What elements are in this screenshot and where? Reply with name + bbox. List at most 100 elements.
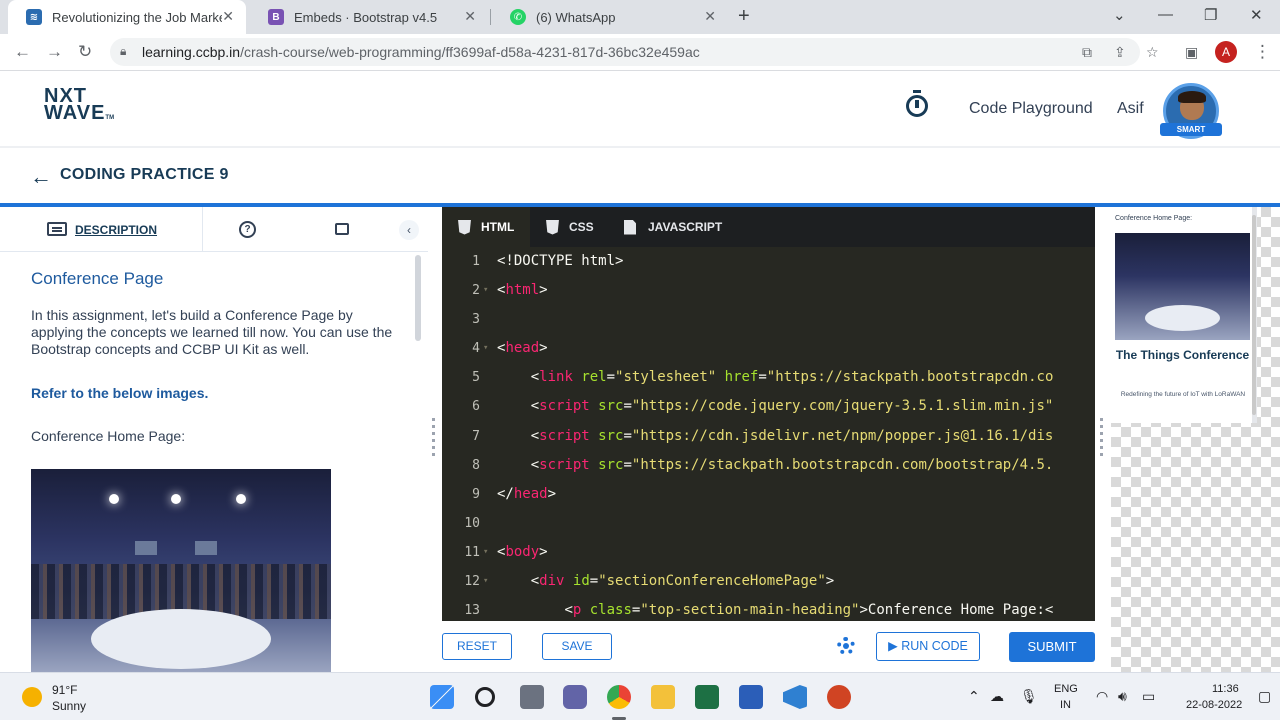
restore-icon[interactable]: ❐ bbox=[1204, 6, 1217, 24]
code-line[interactable]: 3 bbox=[442, 305, 1095, 334]
close-tab-icon[interactable]: ✕ bbox=[704, 8, 716, 25]
notifications-icon[interactable]: ▢ bbox=[1258, 688, 1271, 705]
windows-start-icon[interactable] bbox=[430, 685, 454, 709]
code-text[interactable]: <p class="top-section-main-heading">Conf… bbox=[497, 596, 1053, 621]
submit-button[interactable]: SUBMIT bbox=[1009, 632, 1095, 662]
chrome-icon[interactable] bbox=[607, 685, 631, 709]
code-line[interactable]: 7 <script src="https://cdn.jsdelivr.net/… bbox=[442, 422, 1095, 451]
weather-sun-icon[interactable] bbox=[22, 687, 42, 707]
onedrive-cloud-icon[interactable]: ☁ bbox=[990, 688, 1004, 705]
tab-search-chevron-icon[interactable]: ⌄ bbox=[1113, 6, 1126, 24]
browser-tab[interactable]: ✆ (6) WhatsApp ✕ bbox=[492, 0, 728, 34]
code-line[interactable]: 10 bbox=[442, 509, 1095, 538]
new-tab-icon[interactable]: + bbox=[738, 5, 750, 28]
code-text[interactable]: <!DOCTYPE html> bbox=[497, 247, 623, 276]
region-indicator[interactable]: IN bbox=[1060, 699, 1071, 711]
url-text[interactable]: learning.ccbp.in/crash-course/web-progra… bbox=[142, 44, 700, 60]
nxtwave-logo[interactable]: NXT WAVETM bbox=[44, 86, 114, 127]
fold-chevron-icon[interactable]: ▾ bbox=[483, 567, 488, 596]
tray-chevron-up-icon[interactable]: ⌃ bbox=[968, 688, 980, 705]
address-bar[interactable]: 🔒︎ learning.ccbp.in/crash-course/web-pro… bbox=[110, 38, 1159, 66]
right-resize-handle[interactable] bbox=[1100, 418, 1103, 458]
teams-chat-icon[interactable] bbox=[563, 685, 587, 709]
code-text[interactable]: <script src="https://code.jquery.com/jqu… bbox=[497, 392, 1054, 421]
lock-icon[interactable]: 🔒︎ bbox=[120, 44, 126, 59]
code-playground-link[interactable]: Code Playground bbox=[969, 100, 1093, 118]
code-editor[interactable]: HTML CSS JAVASCRIPT 1 <!DOCTYPE html> 2 ▾ <h… bbox=[442, 207, 1095, 621]
close-tab-icon[interactable]: ✕ bbox=[464, 8, 476, 25]
tab-description[interactable]: DESCRIPTION bbox=[0, 207, 203, 252]
share-icon[interactable]: ⇪ bbox=[1114, 44, 1126, 61]
site-header: NXT WAVETM Code Playground Asif SMART bbox=[0, 72, 1280, 148]
code-line[interactable]: 1 <!DOCTYPE html> bbox=[442, 247, 1095, 276]
clock-time[interactable]: 11:36 bbox=[1212, 683, 1239, 695]
code-line[interactable]: 2 ▾ <html> bbox=[442, 276, 1095, 305]
code-lines[interactable]: 1 <!DOCTYPE html> 2 ▾ <html> 3 4 ▾ <head> 5 <link… bbox=[442, 247, 1095, 621]
user-name[interactable]: Asif bbox=[1117, 100, 1144, 118]
code-line[interactable]: 6 <script src="https://code.jquery.com/j… bbox=[442, 392, 1095, 421]
stopwatch-icon[interactable] bbox=[906, 90, 928, 117]
code-text[interactable]: <body> bbox=[497, 538, 548, 567]
vscode-icon[interactable] bbox=[783, 685, 807, 709]
back-arrow-icon[interactable]: ← bbox=[30, 164, 52, 190]
close-window-icon[interactable]: ✕ bbox=[1250, 6, 1263, 24]
wifi-icon[interactable]: ◠ bbox=[1096, 688, 1108, 705]
clock-date[interactable]: 22-08-2022 bbox=[1186, 699, 1242, 711]
code-text[interactable]: <div id="sectionConferenceHomePage"> bbox=[497, 567, 834, 596]
code-text[interactable]: <script src="https://cdn.jsdelivr.net/np… bbox=[497, 422, 1054, 451]
code-text[interactable]: <html> bbox=[497, 276, 548, 305]
code-line[interactable]: 13 <p class="top-section-main-heading">C… bbox=[442, 596, 1095, 621]
discussion-comment-icon[interactable] bbox=[335, 223, 349, 235]
reload-icon[interactable]: ↻ bbox=[78, 42, 92, 62]
description-scrollbar[interactable] bbox=[415, 255, 421, 341]
code-line[interactable]: 12 ▾ <div id="sectionConferenceHomePage"> bbox=[442, 567, 1095, 596]
battery-icon[interactable]: ▭ bbox=[1142, 688, 1155, 705]
volume-icon[interactable]: 🔊︎ bbox=[1118, 688, 1127, 705]
task-view-icon[interactable] bbox=[520, 685, 544, 709]
open-in-app-icon[interactable]: ⧉ bbox=[1082, 44, 1092, 61]
bookmark-star-icon[interactable]: ☆ bbox=[1146, 44, 1159, 61]
code-text[interactable]: </head> bbox=[497, 480, 556, 509]
forward-icon[interactable]: → bbox=[46, 42, 63, 62]
code-line[interactable]: 5 <link rel="stylesheet" href="https://s… bbox=[442, 363, 1095, 392]
back-icon[interactable]: ← bbox=[14, 42, 31, 62]
save-button[interactable]: SAVE bbox=[542, 633, 612, 660]
run-code-button[interactable]: ▶ RUN CODE bbox=[876, 632, 980, 661]
code-text[interactable]: <link rel="stylesheet" href="https://sta… bbox=[497, 363, 1054, 392]
tab-css[interactable]: CSS bbox=[530, 207, 610, 247]
preview-frame[interactable]: Conference Home Page: The Things Confere… bbox=[1111, 207, 1257, 423]
browser-menu-icon[interactable]: ⋮ bbox=[1254, 42, 1271, 62]
code-line[interactable]: 4 ▾ <head> bbox=[442, 334, 1095, 363]
reset-button[interactable]: RESET bbox=[442, 633, 512, 660]
tab-javascript[interactable]: JAVASCRIPT bbox=[610, 207, 740, 247]
powerpoint-icon[interactable] bbox=[827, 685, 851, 709]
word-icon[interactable] bbox=[739, 685, 763, 709]
fold-chevron-icon[interactable]: ▾ bbox=[483, 334, 488, 363]
excel-icon[interactable] bbox=[695, 685, 719, 709]
help-question-icon[interactable]: ? bbox=[239, 221, 256, 238]
browser-tab-active[interactable]: ≋ Revolutionizing the Job Market | ✕ bbox=[8, 0, 246, 34]
profile-avatar[interactable]: A bbox=[1215, 41, 1237, 63]
fold-chevron-icon[interactable]: ▾ bbox=[483, 276, 488, 305]
file-explorer-icon[interactable] bbox=[651, 685, 675, 709]
collapse-panel-chevron-icon[interactable]: ‹ bbox=[399, 220, 419, 240]
fold-chevron-icon[interactable]: ▾ bbox=[483, 538, 488, 567]
side-panel-icon[interactable]: ▣ bbox=[1185, 44, 1198, 61]
left-resize-handle[interactable] bbox=[432, 418, 435, 458]
weather-temperature[interactable]: 91°F bbox=[52, 683, 77, 697]
code-text[interactable]: <script src="https://stackpath.bootstrap… bbox=[497, 451, 1054, 480]
code-line[interactable]: 11 ▾ <body> bbox=[442, 538, 1095, 567]
settings-gear-icon[interactable] bbox=[837, 637, 855, 655]
minimize-icon[interactable]: — bbox=[1158, 6, 1173, 23]
browser-tab[interactable]: B Embeds · Bootstrap v4.5 ✕ bbox=[250, 0, 488, 34]
code-text[interactable]: <head> bbox=[497, 334, 548, 363]
search-icon[interactable] bbox=[475, 687, 495, 707]
language-indicator[interactable]: ENG bbox=[1054, 683, 1078, 695]
code-line[interactable]: 8 <script src="https://stackpath.bootstr… bbox=[442, 451, 1095, 480]
preview-scrollbar[interactable] bbox=[1252, 215, 1256, 415]
code-line[interactable]: 9 </head> bbox=[442, 480, 1095, 509]
tab-html[interactable]: HTML bbox=[442, 207, 530, 247]
close-tab-icon[interactable]: ✕ bbox=[222, 8, 234, 25]
weather-description[interactable]: Sunny bbox=[52, 699, 86, 713]
microphone-icon[interactable]: 🎙︎ bbox=[1020, 688, 1038, 705]
